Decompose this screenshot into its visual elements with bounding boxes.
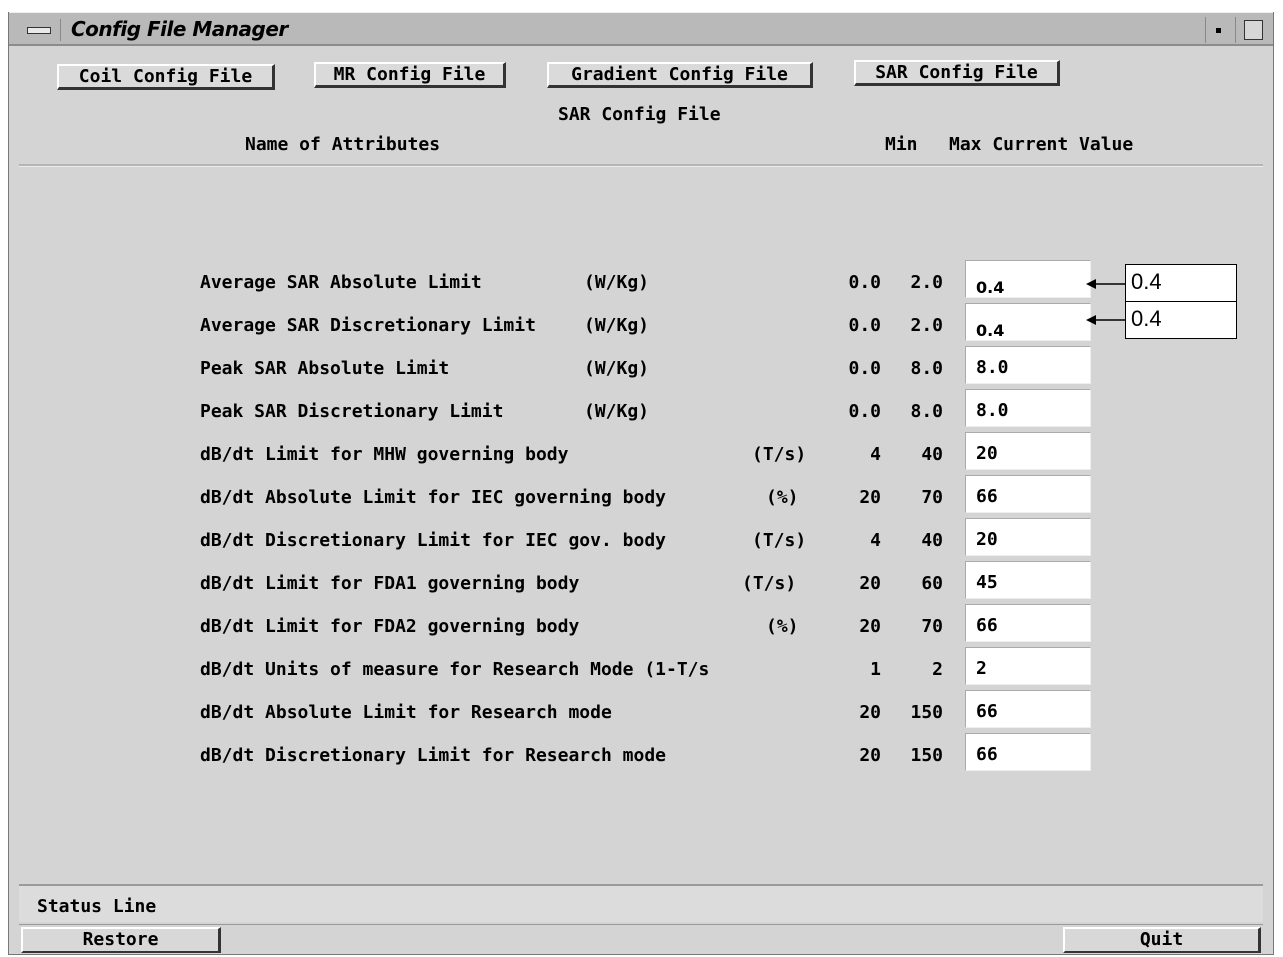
window-title: Config File Manager [71, 17, 288, 41]
callout-box: 0.4 [1125, 264, 1237, 302]
column-header-max-current: Max Current Value [949, 134, 1134, 155]
current-value-field[interactable]: 66 [965, 604, 1091, 642]
attribute-label: dB/dt Absolute Limit for IEC governing b… [200, 487, 666, 508]
attribute-max: 40 [921, 444, 943, 465]
current-value-field[interactable]: 66 [965, 733, 1091, 771]
attribute-min: 20 [859, 487, 881, 508]
current-value-field[interactable]: 66 [965, 475, 1091, 513]
maximize-icon [1244, 20, 1263, 40]
attribute-max: 8.0 [910, 358, 943, 379]
tab-coil-config-file[interactable]: Coil Config File [57, 64, 275, 90]
current-value-field[interactable]: 8.0 [965, 389, 1091, 427]
attribute-max: 2.0 [910, 315, 943, 336]
column-header-min: Min [885, 134, 918, 155]
attribute-min: 20 [859, 702, 881, 723]
callout-box: 0.4 [1125, 301, 1237, 339]
current-value-field[interactable]: 66 [965, 690, 1091, 728]
current-value-field[interactable]: 0.4 [965, 303, 1091, 341]
quit-button[interactable]: Quit [1063, 927, 1261, 953]
attribute-unit: (T/s) [752, 530, 807, 551]
maximize-button[interactable] [1235, 17, 1267, 43]
attribute-max: 60 [921, 573, 943, 594]
attribute-min: 0.0 [848, 272, 881, 293]
config-file-manager-window: Config File Manager Coil Config File MR … [8, 12, 1274, 955]
attribute-min: 20 [859, 573, 881, 594]
current-value-field[interactable]: 8.0 [965, 346, 1091, 384]
attribute-label: Peak SAR Absolute Limit [200, 358, 450, 379]
attribute-min: 1 [870, 659, 881, 680]
attribute-max: 2.0 [910, 272, 943, 293]
current-value-field[interactable]: 0.4 [965, 260, 1091, 298]
tab-sar-config-file[interactable]: SAR Config File [854, 60, 1060, 86]
current-value-field[interactable]: 45 [965, 561, 1091, 599]
attribute-unit: (%) [766, 616, 799, 637]
attribute-max: 40 [921, 530, 943, 551]
attribute-unit: (%) [766, 487, 799, 508]
window-menu-icon [27, 27, 51, 34]
column-header-name: Name of Attributes [245, 134, 441, 155]
current-value-field[interactable]: 2 [965, 647, 1091, 685]
bottom-button-bar: Restore Quit [19, 924, 1263, 954]
status-line: Status Line [19, 884, 1263, 922]
attribute-label: dB/dt Limit for FDA1 governing body [200, 573, 580, 594]
attribute-label: dB/dt Discretionary Limit for Research m… [200, 745, 666, 766]
attribute-unit: (T/s) [742, 573, 797, 594]
attribute-unit: (W/Kg) [584, 315, 650, 336]
attribute-max: 150 [910, 702, 943, 723]
attribute-unit: (W/Kg) [584, 272, 650, 293]
attribute-label: Average SAR Absolute Limit [200, 272, 482, 293]
attribute-unit: (W/Kg) [584, 401, 650, 422]
attribute-min: 20 [859, 745, 881, 766]
attribute-label: Peak SAR Discretionary Limit [200, 401, 504, 422]
attribute-unit: (T/s) [752, 444, 807, 465]
header-divider [19, 164, 1263, 167]
attribute-label: dB/dt Units of measure for Research Mode… [200, 659, 710, 680]
restore-button[interactable]: Restore [21, 927, 221, 953]
minimize-icon [1216, 28, 1221, 33]
attribute-unit: (W/Kg) [584, 358, 650, 379]
attribute-label: dB/dt Limit for MHW governing body [200, 444, 569, 465]
status-text: Status Line [37, 896, 157, 917]
attribute-max: 70 [921, 616, 943, 637]
attribute-min: 4 [870, 444, 881, 465]
tab-mr-config-file[interactable]: MR Config File [314, 62, 506, 88]
minimize-button[interactable] [1205, 17, 1231, 43]
attribute-min: 0.0 [848, 358, 881, 379]
callout-arrow-icon [1086, 279, 1126, 289]
current-value-field[interactable]: 20 [965, 518, 1091, 556]
title-bar: Config File Manager [9, 12, 1273, 46]
attribute-max: 70 [921, 487, 943, 508]
attribute-max: 2 [932, 659, 943, 680]
attribute-min: 0.0 [848, 315, 881, 336]
window-menu-button[interactable] [17, 19, 61, 41]
callout-arrow-icon [1086, 315, 1126, 325]
attribute-max: 150 [910, 745, 943, 766]
attribute-min: 20 [859, 616, 881, 637]
attribute-max: 8.0 [910, 401, 943, 422]
attribute-min: 4 [870, 530, 881, 551]
current-value-field[interactable]: 20 [965, 432, 1091, 470]
section-title: SAR Config File [558, 104, 721, 125]
attribute-min: 0.0 [848, 401, 881, 422]
attribute-label: Average SAR Discretionary Limit [200, 315, 536, 336]
tab-gradient-config-file[interactable]: Gradient Config File [547, 62, 813, 88]
attribute-label: dB/dt Discretionary Limit for IEC gov. b… [200, 530, 666, 551]
attribute-label: dB/dt Limit for FDA2 governing body [200, 616, 580, 637]
attribute-label: dB/dt Absolute Limit for Research mode [200, 702, 612, 723]
